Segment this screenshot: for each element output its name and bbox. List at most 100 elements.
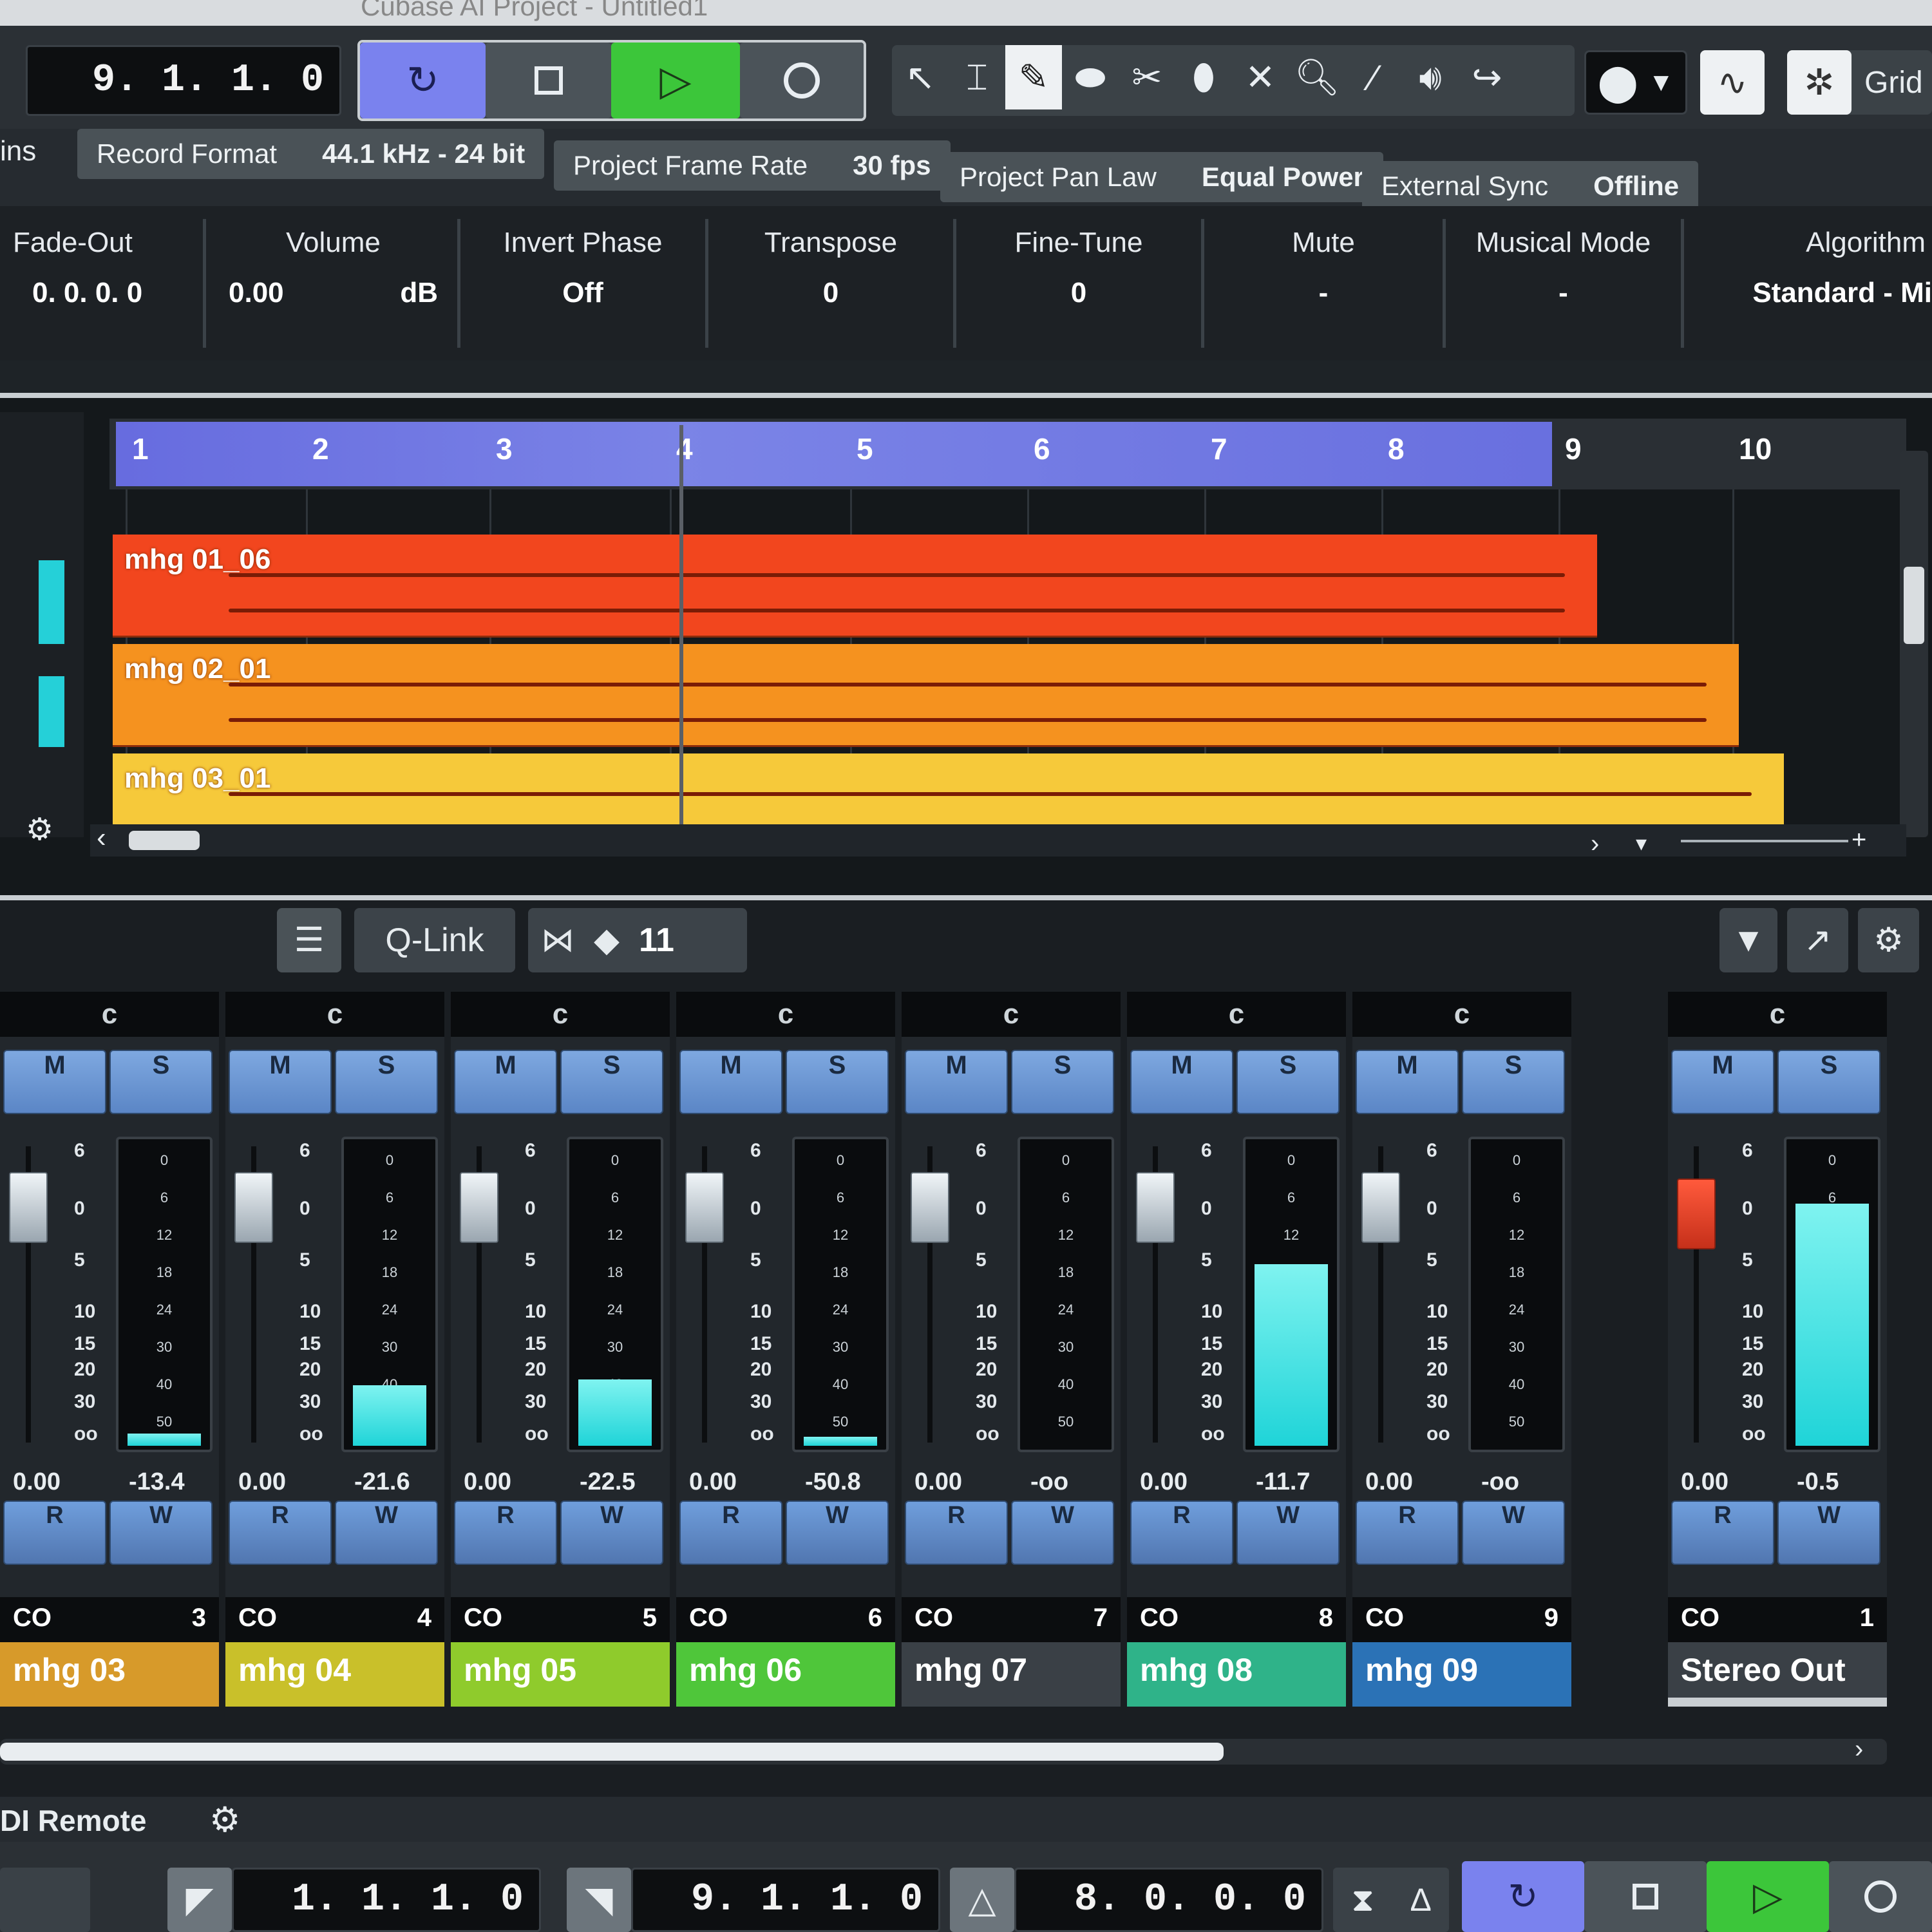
mute-button[interactable]: M [1671,1050,1774,1114]
info-musical-mode[interactable]: Musical Mode - [1446,219,1684,348]
mute-tool[interactable]: 🔊︎ [1402,45,1459,109]
routing-button[interactable]: c [1352,992,1571,1037]
write-automation-button[interactable]: W [1011,1501,1114,1565]
right-locator-display[interactable]: 9. 1. 1. 0 [631,1868,940,1932]
peak-value[interactable]: -0.5 [1797,1468,1839,1496]
channel-name[interactable]: mhg 03 [0,1642,219,1707]
read-automation-button[interactable]: R [1671,1501,1774,1565]
right-locator-button[interactable]: ◥ [567,1868,631,1932]
mute-button[interactable]: M [229,1050,332,1114]
info-fade-out[interactable]: Fade-Out 0. 0. 0. 0 [0,219,206,348]
info-algorithm[interactable]: Algorithm Standard - Mi [1684,219,1932,348]
read-automation-button[interactable]: R [1130,1501,1233,1565]
stereo-link-icon[interactable]: CO [238,1604,277,1633]
left-locator-button[interactable]: ◤ [167,1868,232,1932]
mixer-settings-button[interactable]: ⚙ [1858,908,1919,972]
stop-button[interactable] [486,43,611,118]
grid-snap-control[interactable]: ✲ Grid [1787,50,1932,115]
vertical-scrollbar[interactable] [1900,451,1928,837]
routing-button[interactable]: c [1668,992,1887,1037]
stereo-link-icon[interactable]: CO [1365,1604,1404,1633]
track-settings-gear-icon[interactable]: ⚙ [26,811,53,848]
channel-name[interactable]: mhg 06 [676,1642,895,1707]
write-automation-button[interactable]: W [109,1501,213,1565]
routing-button[interactable]: c [676,992,895,1037]
channel-name[interactable]: mhg 08 [1127,1642,1346,1707]
range-selection-tool[interactable]: ⌶ [949,45,1005,109]
fader-value[interactable]: 0.00 [238,1468,286,1496]
read-automation-button[interactable]: R [679,1501,782,1565]
peak-value[interactable]: -13.4 [129,1468,185,1496]
stop-button-bottom[interactable] [1584,1861,1707,1932]
routing-button[interactable]: c [1127,992,1346,1037]
mute-button[interactable]: M [905,1050,1008,1114]
audio-event[interactable]: mhg 02_01 [113,644,1739,747]
channel-name[interactable]: mhg 07 [902,1642,1121,1707]
volume-fader[interactable] [911,1172,949,1243]
solo-button[interactable]: S [109,1050,213,1114]
play-button[interactable]: ▷ [611,43,740,118]
read-automation-button[interactable]: R [905,1501,1008,1565]
peak-value[interactable]: -oo [1481,1468,1519,1496]
scroll-left-icon[interactable]: ‹ [97,822,106,854]
peak-value[interactable]: -50.8 [805,1468,861,1496]
fader-value[interactable]: 0.00 [689,1468,737,1496]
channel-name[interactable]: mhg 09 [1352,1642,1571,1707]
read-automation-button[interactable]: R [229,1501,332,1565]
external-sync-pill[interactable]: External Sync Offline [1362,161,1699,211]
solo-button[interactable]: S [786,1050,889,1114]
info-transpose[interactable]: Transpose 0 [708,219,956,348]
zoom-in-icon[interactable]: + [1852,826,1866,855]
draw-tool[interactable]: ✎ [1005,45,1062,109]
audio-event[interactable]: mhg 01_06 [113,535,1597,638]
stereo-link-icon[interactable]: CO [689,1604,728,1633]
mute-button[interactable]: M [454,1050,557,1114]
mixer-scrollbar[interactable]: › [0,1735,1887,1765]
volume-fader[interactable] [1677,1179,1716,1249]
volume-fader[interactable] [460,1172,498,1243]
pan-law-pill[interactable]: Project Pan Law Equal Power [940,152,1383,202]
routing-button[interactable]: c [225,992,444,1037]
solo-button[interactable]: S [1011,1050,1114,1114]
info-volume[interactable]: Volume 0.00 dB [209,219,460,348]
position-display[interactable]: 9. 1. 1. 0 [26,45,341,116]
peak-value[interactable]: -22.5 [580,1468,636,1496]
cycle-button[interactable]: ↻ [360,43,486,118]
info-fine-tune[interactable]: Fine-Tune 0 [956,219,1204,348]
record-format-pill[interactable]: Record Format 44.1 kHz - 24 bit [77,129,545,179]
channel-name[interactable]: mhg 04 [225,1642,444,1707]
cycle-button-bottom[interactable]: ↻ [1462,1861,1584,1932]
write-automation-button[interactable]: W [1236,1501,1340,1565]
routing-button[interactable]: c [0,992,219,1037]
write-automation-button[interactable]: W [560,1501,663,1565]
stereo-link-icon[interactable]: CO [464,1604,502,1633]
volume-fader[interactable] [9,1172,48,1243]
solo-button[interactable]: S [335,1050,438,1114]
read-automation-button[interactable]: R [3,1501,106,1565]
info-invert-phase[interactable]: Invert Phase Off [460,219,708,348]
scroll-right-icon[interactable]: › [1591,829,1599,858]
volume-fader[interactable] [1361,1172,1400,1243]
fader-value[interactable]: 0.00 [13,1468,61,1496]
routing-button[interactable]: c [902,992,1121,1037]
punch-button[interactable]: △ [950,1868,1014,1932]
peak-value[interactable]: -11.7 [1256,1468,1311,1496]
erase-tool[interactable]: ⬬ [1062,45,1119,109]
record-button-bottom[interactable] [1829,1861,1932,1932]
solo-button[interactable]: S [1236,1050,1340,1114]
volume-fader[interactable] [685,1172,724,1243]
write-automation-button[interactable]: W [335,1501,438,1565]
play-button-bottom[interactable]: ▷ [1707,1861,1829,1932]
solo-button[interactable]: S [1462,1050,1565,1114]
mute-button[interactable]: M [1356,1050,1459,1114]
zoom-menu-icon[interactable]: ▾ [1636,831,1647,857]
write-automation-button[interactable]: W [1777,1501,1880,1565]
channel-name[interactable]: Stereo Out [1668,1642,1887,1707]
fader-value[interactable]: 0.00 [464,1468,511,1496]
fader-value[interactable]: 0.00 [1681,1468,1728,1496]
stereo-link-icon[interactable]: CO [914,1604,953,1633]
read-automation-button[interactable]: R [454,1501,557,1565]
volume-fader[interactable] [234,1172,273,1243]
stereo-link-icon[interactable]: CO [1140,1604,1179,1633]
visible-channels-control[interactable]: ⋈ ◆ 11 [528,908,747,972]
